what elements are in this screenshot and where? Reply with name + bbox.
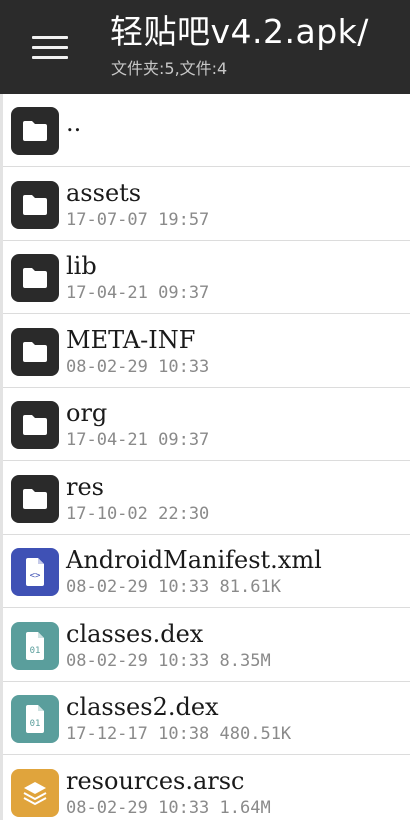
file-name: ..	[66, 109, 82, 137]
page-title: 轻贴吧v4.2.apk/	[110, 12, 369, 51]
file-name: AndroidManifest.xml	[66, 546, 322, 574]
file-meta: 08-02-29 10:33	[66, 356, 210, 377]
folder-icon	[11, 327, 59, 376]
folder-file-count: 文件夹:5,文件:4	[111, 59, 228, 78]
file-list-item[interactable]: resources.arsc 08-02-29 10:33 1.64M	[3, 756, 410, 820]
file-name: lib	[66, 252, 97, 280]
file-name: org	[66, 399, 108, 427]
file-meta: 17-07-07 19:57	[66, 209, 210, 230]
hamburger-menu-icon[interactable]	[24, 24, 76, 70]
file-meta: 08-02-29 10:33 8.35M	[66, 650, 271, 671]
file-meta: 17-04-21 09:37	[66, 283, 210, 303]
file-meta: 08-02-29 10:33 81.61K	[66, 577, 281, 597]
file-name: res	[66, 472, 104, 501]
file-list-item[interactable]: res 17-10-02 22:30	[3, 462, 410, 535]
folder-icon	[11, 107, 59, 155]
file-list: .. assets 17-07-07 19:57 lib 17-04-21 09:37 M…	[0, 94, 410, 820]
file-name: META-INF	[66, 325, 196, 354]
binary-file-icon: 01	[11, 695, 59, 743]
svg-text:01: 01	[30, 646, 41, 656]
svg-text:<>: <>	[30, 571, 41, 581]
folder-icon	[11, 474, 59, 523]
file-name: assets	[66, 178, 142, 207]
file-name: classes2.dex	[66, 693, 219, 721]
layers-icon	[11, 768, 59, 817]
file-meta: 08-02-29 10:33 1.64M	[66, 797, 271, 818]
svg-text:01: 01	[30, 719, 41, 729]
file-list-item[interactable]: lib 17-04-21 09:37	[3, 241, 410, 314]
file-list-item[interactable]: 01 classes2.dex 17-12-17 10:38 480.51K	[3, 682, 410, 755]
file-list-item[interactable]: 01 classes.dex 08-02-29 10:33 8.35M	[3, 609, 410, 682]
file-list-item[interactable]: <> AndroidManifest.xml 08-02-29 10:33 81.6…	[3, 535, 410, 608]
file-list-item[interactable]: org 17-04-21 09:37	[3, 388, 410, 461]
app-bar: 轻贴吧v4.2.apk/ 文件夹:5,文件:4	[0, 0, 410, 94]
file-name: classes.dex	[66, 619, 204, 648]
file-meta: 17-10-02 22:30	[66, 503, 210, 524]
file-name: resources.arsc	[66, 766, 245, 795]
folder-icon	[11, 180, 59, 229]
file-meta: 17-04-21 09:37	[66, 430, 210, 450]
binary-file-icon: 01	[11, 621, 59, 670]
file-meta: 17-12-17 10:38 480.51K	[66, 724, 292, 744]
file-list-item[interactable]: META-INF 08-02-29 10:33	[3, 315, 410, 388]
code-file-icon: <>	[11, 548, 59, 596]
folder-icon	[11, 254, 59, 302]
file-list-item[interactable]: ..	[3, 94, 410, 167]
file-list-item[interactable]: assets 17-07-07 19:57	[3, 168, 410, 241]
folder-icon	[11, 401, 59, 449]
